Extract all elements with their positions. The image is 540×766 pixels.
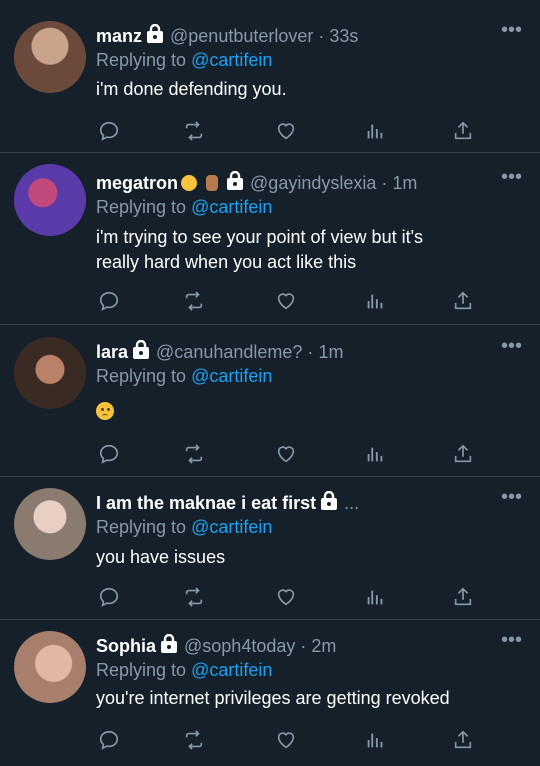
- share-icon[interactable]: [450, 441, 476, 467]
- tweet[interactable]: lara @canuhandleme? · 1m ••• Replying to …: [0, 325, 540, 477]
- tweet-text-line: really hard when you act like this: [96, 252, 357, 272]
- more-options-icon[interactable]: •••: [501, 334, 522, 358]
- replying-to: Replying to @cartifein: [96, 660, 273, 680]
- handle[interactable]: @soph4today: [184, 636, 295, 656]
- like-icon[interactable]: [273, 288, 299, 314]
- reply-icon[interactable]: [96, 441, 122, 467]
- separator-dot: ·: [381, 173, 388, 193]
- lock-icon: [132, 340, 150, 364]
- tweet[interactable]: megatron @gayindyslexia · 1m ••• Replyin…: [0, 153, 540, 325]
- separator-dot: ·: [307, 342, 314, 362]
- tweet-text: you have issues: [96, 547, 226, 567]
- display-name[interactable]: I am the maknae i eat first: [96, 493, 316, 513]
- replying-to: Replying to @cartifein: [96, 517, 273, 537]
- reply-icon[interactable]: [96, 288, 122, 314]
- handle[interactable]: @canuhandleme?: [156, 342, 302, 362]
- analytics-icon[interactable]: [362, 118, 388, 144]
- tweet[interactable]: Sophia @soph4today · 2m ••• Replying to @…: [0, 620, 540, 766]
- more-options-icon[interactable]: •••: [501, 18, 522, 42]
- avatar[interactable]: [14, 631, 86, 703]
- replying-to-link[interactable]: @cartifein: [191, 517, 272, 537]
- tweet-text: [96, 398, 526, 423]
- tweet-text: i'm trying to see your point of view but…: [96, 225, 526, 275]
- replying-to-link[interactable]: @cartifein: [191, 660, 272, 680]
- lock-icon: [160, 634, 178, 658]
- worried-emoji-icon: [96, 402, 114, 421]
- separator-dot: ·: [300, 636, 307, 656]
- separator-dot: ·: [318, 26, 325, 46]
- replying-to: Replying to @cartifein: [96, 197, 273, 217]
- replying-to-link[interactable]: @cartifein: [191, 197, 272, 217]
- avatar[interactable]: [14, 21, 86, 93]
- analytics-icon[interactable]: [362, 441, 388, 467]
- reply-icon[interactable]: [96, 118, 122, 144]
- tweet-text: i'm done defending you.: [96, 79, 287, 99]
- replying-to: Replying to @cartifein: [96, 366, 273, 386]
- display-name[interactable]: manz: [96, 26, 142, 46]
- avatar[interactable]: [14, 337, 86, 409]
- lock-icon: [146, 24, 164, 48]
- timestamp[interactable]: 33s: [329, 26, 358, 46]
- retweet-icon[interactable]: [181, 118, 207, 144]
- more-options-icon[interactable]: •••: [501, 165, 522, 189]
- lock-icon: [320, 491, 338, 515]
- display-name[interactable]: megatron: [96, 173, 178, 193]
- tweet-text: you're internet privileges are getting r…: [96, 688, 450, 708]
- avatar[interactable]: [14, 164, 86, 236]
- retweet-icon[interactable]: [181, 584, 207, 610]
- retweet-icon[interactable]: [181, 441, 207, 467]
- timestamp[interactable]: 1m: [392, 173, 417, 193]
- handle[interactable]: @penutbuterlover: [170, 26, 313, 46]
- timestamp[interactable]: 1m: [318, 342, 343, 362]
- tweet[interactable]: manz @penutbuterlover · 33s ••• Replying …: [0, 0, 540, 153]
- analytics-icon[interactable]: [362, 584, 388, 610]
- display-name[interactable]: lara: [96, 342, 128, 362]
- reply-icon[interactable]: [96, 727, 122, 753]
- share-icon[interactable]: [450, 118, 476, 144]
- share-icon[interactable]: [450, 727, 476, 753]
- timestamp[interactable]: 2m: [311, 636, 336, 656]
- share-icon[interactable]: [450, 288, 476, 314]
- like-icon[interactable]: [273, 727, 299, 753]
- share-icon[interactable]: [450, 584, 476, 610]
- analytics-icon[interactable]: [362, 288, 388, 314]
- like-icon[interactable]: [273, 118, 299, 144]
- like-icon[interactable]: [273, 584, 299, 610]
- tweet-text-line: i'm trying to see your point of view but…: [96, 227, 424, 247]
- reply-icon[interactable]: [96, 584, 122, 610]
- retweet-icon[interactable]: [181, 288, 207, 314]
- like-icon[interactable]: [273, 441, 299, 467]
- replying-to-link[interactable]: @cartifein: [191, 366, 272, 386]
- display-name[interactable]: Sophia: [96, 636, 156, 656]
- hand-emoji-icon: [206, 175, 219, 191]
- truncation-ellipsis: ...: [344, 493, 360, 513]
- lock-icon: [226, 171, 244, 195]
- retweet-icon[interactable]: [181, 727, 207, 753]
- nerd-emoji-icon: [181, 175, 198, 191]
- replying-to: Replying to @cartifein: [96, 50, 273, 70]
- tweet[interactable]: I am the maknae i eat first... ••• Reply…: [0, 477, 540, 620]
- analytics-icon[interactable]: [362, 727, 388, 753]
- replying-to-link[interactable]: @cartifein: [191, 50, 272, 70]
- avatar[interactable]: [14, 488, 86, 560]
- more-options-icon[interactable]: •••: [501, 485, 522, 509]
- handle[interactable]: @gayindyslexia: [250, 173, 376, 193]
- more-options-icon[interactable]: •••: [501, 628, 522, 652]
